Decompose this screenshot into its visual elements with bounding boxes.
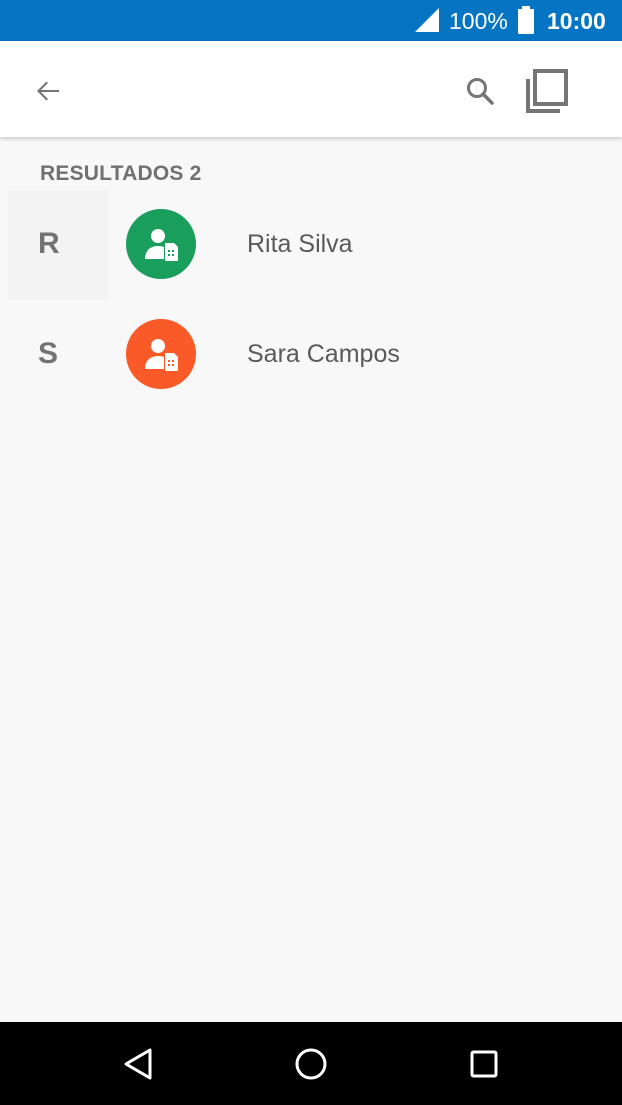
- avatar: [126, 209, 196, 279]
- nav-recent-apps-icon[interactable]: [464, 1044, 504, 1084]
- navigation-bar: [0, 1022, 622, 1105]
- contact-name: Rita Silva: [247, 230, 353, 258]
- status-bar: 100% 10:00: [0, 0, 622, 41]
- battery-percent: 100%: [449, 8, 508, 34]
- index-letter-cell: R: [8, 190, 108, 300]
- app-bar: [0, 41, 622, 137]
- nav-back-icon[interactable]: [119, 1044, 159, 1084]
- nav-home-icon[interactable]: [291, 1044, 331, 1084]
- arrow-back-icon[interactable]: [26, 69, 70, 113]
- battery-icon: [518, 6, 534, 34]
- results-count-header: RESULTADOS 2: [40, 162, 202, 185]
- index-letter: R: [38, 227, 60, 260]
- signal-icon: [415, 8, 439, 32]
- contact-name: Sara Campos: [247, 340, 400, 368]
- sim-contact-icon: [145, 229, 178, 261]
- copy-icon[interactable]: [520, 65, 572, 117]
- sim-contact-icon: [145, 339, 178, 371]
- clock: 10:00: [547, 8, 606, 34]
- index-letter: S: [38, 337, 59, 370]
- contact-row[interactable]: S Sara Campos: [0, 300, 622, 410]
- index-letter-cell: S: [8, 300, 108, 410]
- contact-row[interactable]: R Rita Silva: [0, 190, 622, 300]
- avatar: [126, 319, 196, 389]
- search-icon[interactable]: [458, 69, 502, 113]
